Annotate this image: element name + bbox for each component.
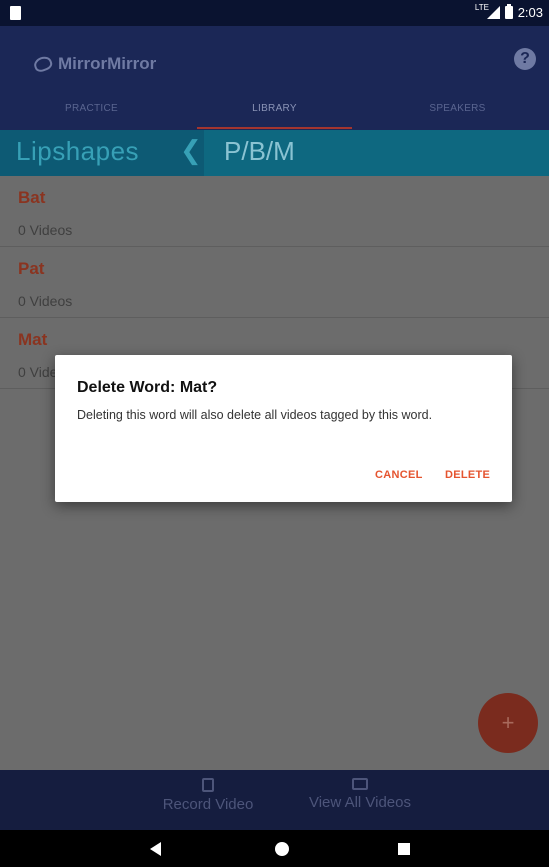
sd-card-icon: [10, 6, 21, 20]
view-all-videos-label: View All Videos: [308, 794, 411, 811]
tab-practice[interactable]: PRACTICE: [0, 92, 183, 130]
breadcrumb-current: P/B/M: [224, 136, 295, 166]
battery-icon: [504, 4, 513, 19]
video-count: 0 Videos: [18, 293, 73, 309]
app-logo: MirrorMirror: [32, 54, 157, 74]
app-bar: MirrorMirror ?: [0, 26, 549, 92]
tab-bar: PRACTICE LIBRARY SPEAKERS: [0, 92, 549, 130]
list-item[interactable]: Bat 0 Videos: [0, 176, 549, 247]
signal-icon: [486, 6, 500, 19]
word-label: Bat: [18, 188, 46, 207]
cancel-button[interactable]: CANCEL: [375, 469, 423, 481]
system-nav-bar: [0, 830, 549, 867]
nav-recents-icon[interactable]: [398, 843, 410, 855]
delete-button[interactable]: DELETE: [445, 469, 490, 481]
delete-word-dialog: Delete Word: Mat? Deleting this word wil…: [55, 355, 512, 502]
bottom-bar: Record Video View All Videos: [0, 770, 549, 830]
dialog-message: Deleting this word will also delete all …: [77, 408, 433, 422]
view-all-videos-button[interactable]: View All Videos: [300, 778, 420, 811]
status-bar: LTE 2:03: [0, 0, 549, 26]
list-item[interactable]: Pat 0 Videos: [0, 247, 549, 318]
dialog-title: Delete Word: Mat?: [77, 379, 218, 396]
nav-back-icon[interactable]: [150, 842, 161, 856]
back-chevron-icon[interactable]: ❮: [180, 135, 202, 166]
word-label: Pat: [18, 259, 45, 278]
tab-speakers[interactable]: SPEAKERS: [366, 92, 549, 130]
app-title: MirrorMirror: [58, 54, 157, 73]
breadcrumb-parent[interactable]: Lipshapes: [16, 136, 139, 167]
tab-library[interactable]: LIBRARY: [183, 92, 366, 130]
help-icon[interactable]: ?: [514, 48, 536, 70]
breadcrumb-current-container: P/B/M: [204, 130, 549, 176]
camera-icon: [202, 778, 214, 792]
mirror-logo-icon: [32, 54, 54, 74]
status-time: 2:03: [517, 5, 543, 20]
nav-home-icon[interactable]: [275, 842, 289, 856]
word-label: Mat: [18, 330, 48, 349]
app-screen: LTE 2:03 MirrorMirror ? PRACTICE LIBRARY…: [0, 0, 549, 867]
add-word-button[interactable]: +: [478, 693, 538, 753]
record-video-button[interactable]: Record Video: [158, 778, 258, 813]
breadcrumb: Lipshapes ❮ P/B/M: [0, 130, 549, 176]
record-video-label: Record Video: [162, 796, 254, 813]
video-list-icon: [352, 778, 368, 790]
video-count: 0 Videos: [18, 222, 73, 238]
